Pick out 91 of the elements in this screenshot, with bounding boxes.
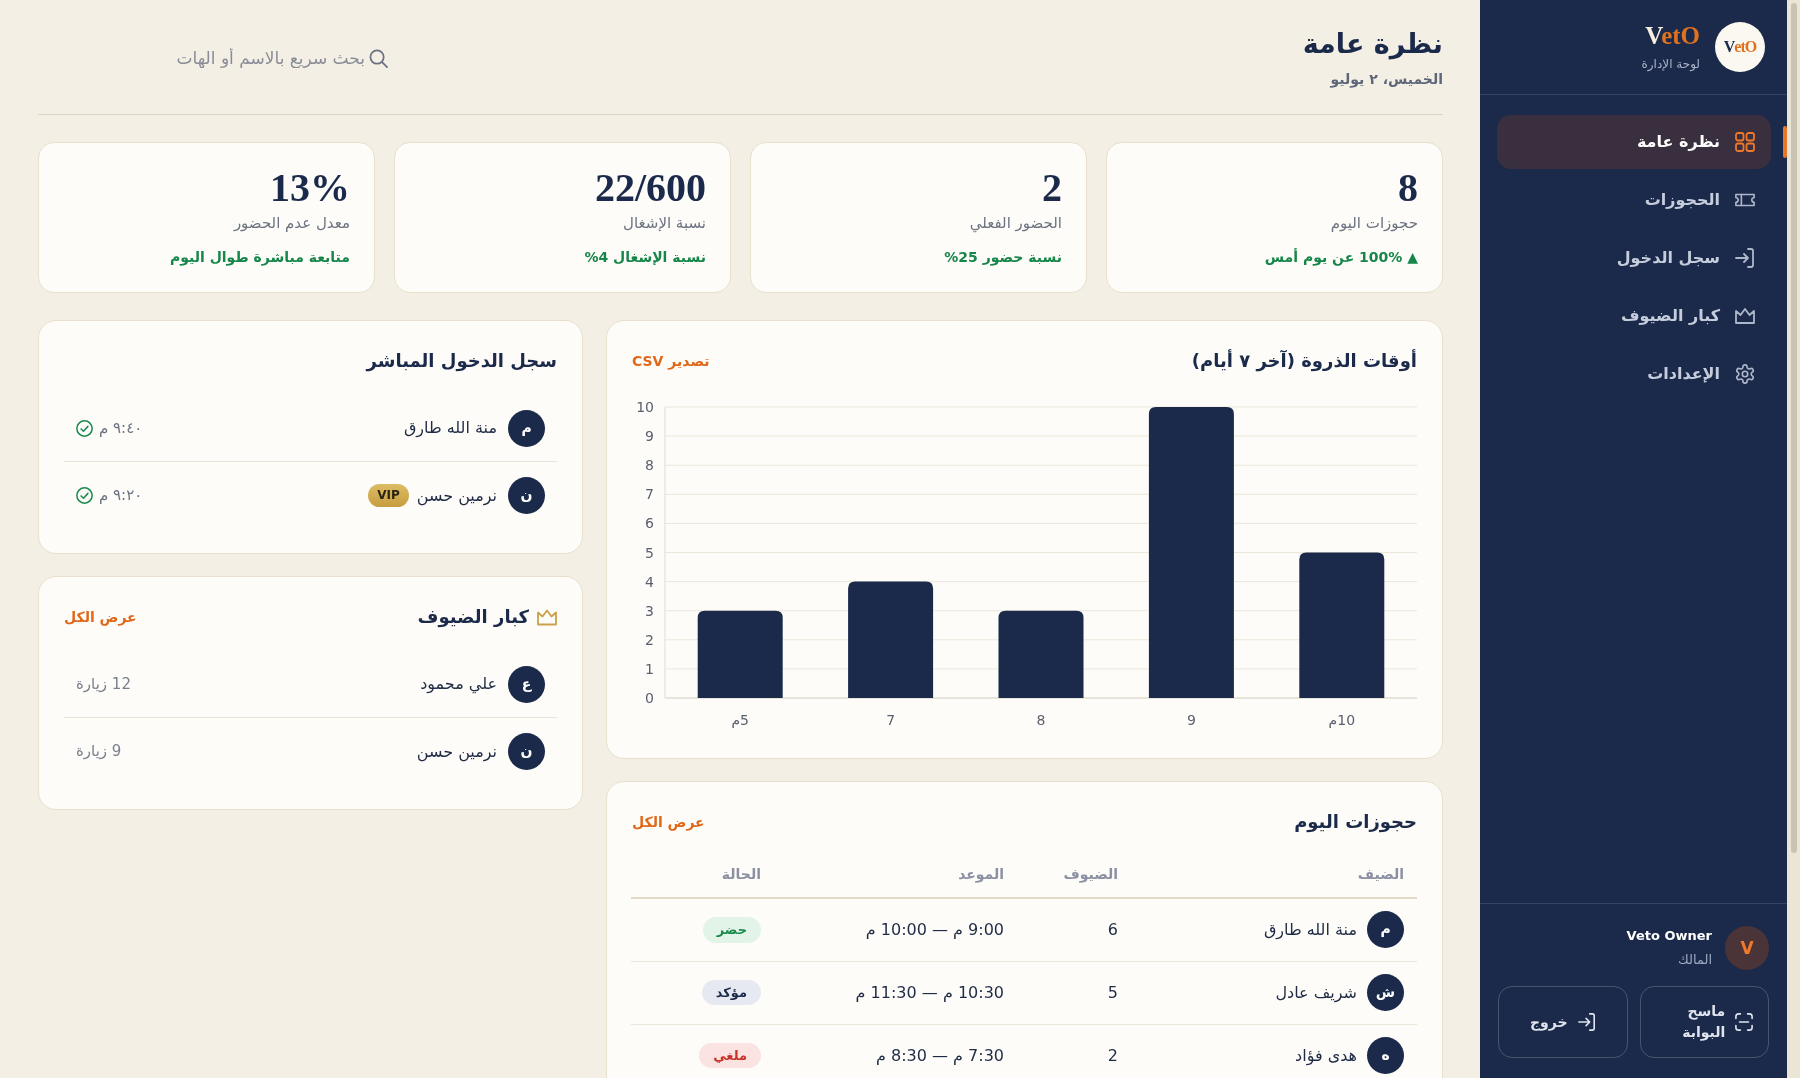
checkin-time: ٩:٢٠ م: [99, 485, 143, 506]
guest-name: هدى فؤاد: [1295, 1044, 1357, 1067]
guest-name: نرمين حسن: [416, 484, 497, 507]
guest-name: منة الله طارق: [1263, 918, 1357, 941]
settings-icon: [1735, 364, 1755, 384]
axis-label: 8: [645, 457, 654, 474]
axis-label: 4: [645, 573, 654, 590]
visit-count: 12 زيارة: [76, 673, 131, 695]
avatar: ه: [1367, 1037, 1404, 1074]
avatar: ن: [508, 733, 545, 770]
panel-title: حجوزات اليوم: [1294, 810, 1417, 834]
axis-label: 9: [645, 428, 654, 445]
logout-icon: [1577, 1013, 1596, 1031]
guest-name: منة الله طارق: [403, 417, 497, 439]
avatar: م: [1367, 911, 1404, 949]
stat-value: 2: [1041, 165, 1062, 211]
stat-value: 13%: [269, 165, 350, 211]
guest-name: نرمين حسن: [416, 740, 497, 763]
search-icon: [369, 48, 388, 68]
nav-item[interactable]: سجل الدخول: [1497, 231, 1771, 285]
visit-count: 9 زيارة: [76, 741, 122, 762]
axis-label: 7: [886, 712, 896, 728]
axis-label: 8: [1036, 712, 1046, 728]
gate-scanner-button[interactable]: ماسح البوابة: [1639, 986, 1769, 1058]
user-role: المالك: [1677, 951, 1712, 969]
brand-logo: VetO: [1715, 22, 1765, 72]
stat-note: ▲ 100% عن يوم أمس: [1263, 247, 1418, 267]
axis-label: 5م: [731, 712, 749, 728]
stat-value: 22/600: [593, 165, 706, 211]
crown-icon: [537, 608, 557, 626]
axis-label: 3: [645, 602, 654, 619]
avatar: ع: [508, 665, 545, 703]
page-title: نظرة عامة: [1302, 27, 1443, 61]
status-badge: حضر: [702, 916, 761, 943]
checkin-time: ٩:٤٠ م: [99, 417, 143, 439]
stat-label: حجوزات اليوم: [1329, 213, 1418, 233]
scan-icon: [1735, 1013, 1754, 1031]
sign-in-icon: [1735, 248, 1755, 268]
user-name: Veto Owner: [1626, 927, 1712, 945]
axis-label: 5: [645, 544, 654, 561]
table-cell: 9:00 م — 10:00 م: [774, 898, 1017, 961]
stat-value: 8: [1397, 165, 1418, 211]
axis-label: 1: [645, 660, 654, 677]
nav-item[interactable]: الإعدادات: [1497, 347, 1771, 401]
panel-title: أوقات الذروة (آخر ٧ أيام): [1191, 349, 1417, 373]
table-cell: 7:30 م — 8:30 م: [774, 1024, 1017, 1078]
axis-label: 9: [1186, 712, 1196, 728]
axis-label: 10م: [1328, 712, 1356, 728]
user-avatar: V: [1725, 926, 1769, 970]
date-text: الخميس، ٢ يوليو: [1329, 69, 1443, 89]
table-cell: 5: [1017, 961, 1131, 1024]
stat-label: معدل عدم الحضور: [232, 213, 350, 233]
guest-name: علي محمود: [420, 673, 497, 695]
axis-label: 6: [645, 515, 654, 532]
status-badge: مؤكد: [701, 979, 761, 1006]
avatar: م: [508, 409, 545, 447]
stat-note: متابعة مباشرة طوال اليوم: [169, 248, 350, 267]
column-header: الضيوف: [1017, 852, 1131, 898]
scrollbar-thumb[interactable]: [1790, 3, 1797, 853]
column-header: الموعد: [774, 852, 1017, 898]
crown-icon: [1735, 306, 1755, 326]
column-header: الضيف: [1131, 852, 1417, 898]
stat-label: نسبة الإشغال: [622, 213, 706, 233]
axis-label: 10: [636, 399, 654, 415]
table-cell: 6: [1017, 898, 1131, 961]
axis-label: 0: [645, 690, 654, 706]
axis-label: 7: [645, 486, 654, 503]
check-circle-icon: [76, 487, 93, 504]
guest-name: شريف عادل: [1275, 981, 1357, 1004]
avatar: ن: [508, 477, 545, 514]
active-bar-icon: [1783, 126, 1787, 158]
check-circle-icon: [76, 419, 93, 437]
brand-subtitle: لوحة الإدارة: [1641, 55, 1700, 72]
nav-item[interactable]: الحجوزات: [1497, 173, 1771, 227]
grid-icon: [1735, 132, 1755, 152]
nav-item[interactable]: كبار الضيوف: [1497, 289, 1771, 343]
status-badge: ملغي: [699, 1042, 761, 1069]
stat-label: الحضور الفعلي: [968, 213, 1062, 233]
stat-note: نسبة الإشغال 4%: [583, 248, 706, 267]
vip-badge: VIP: [368, 484, 409, 507]
table-cell: 10:30 م — 11:30 م: [774, 961, 1017, 1024]
table-cell: 2: [1017, 1024, 1131, 1078]
brand-name: VetO: [1644, 22, 1700, 50]
avatar: ش: [1367, 974, 1404, 1011]
panel-title: سجل الدخول المباشر: [366, 349, 557, 373]
axis-label: 2: [645, 631, 654, 648]
nav-item[interactable]: نظرة عامة: [1497, 115, 1771, 169]
panel-title: كبار الضيوف: [417, 605, 529, 629]
column-header: الحالة: [631, 852, 774, 898]
stat-note: نسبة حضور 25%: [943, 248, 1062, 267]
logout-button[interactable]: خروج: [1498, 986, 1628, 1058]
